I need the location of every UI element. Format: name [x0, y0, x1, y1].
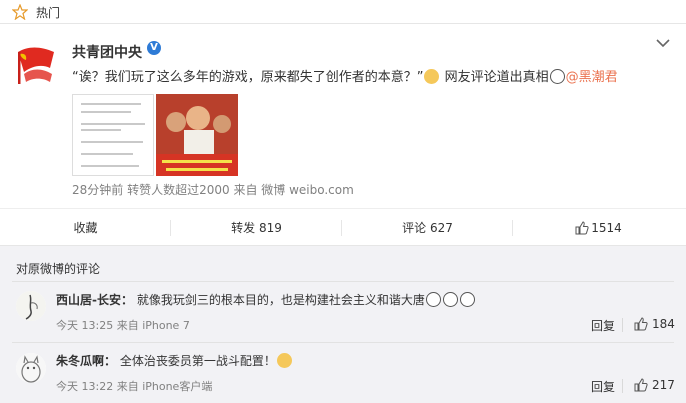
laugh-cry-emoji-icon — [425, 292, 441, 307]
comment-like-count: 217 — [652, 378, 675, 392]
star-icon[interactable] — [12, 4, 28, 20]
chevron-down-icon[interactable] — [656, 38, 670, 48]
post-action-bar: 收藏 转发 819 评论 627 1514 — [0, 208, 686, 246]
laugh-emoji-icon — [276, 353, 292, 368]
weibo-post-card: 共青团中央 V “诶？我们玩了这么多年的游戏，原来都失了创作者的本意？” 网友评… — [0, 24, 686, 246]
comment-body: 朱冬瓜啊： 全体治丧委员第一战斗配置！ — [56, 352, 293, 369]
comment-label: 评论 627 — [402, 221, 453, 235]
laugh-cry-emoji-icon — [459, 292, 475, 307]
comment-body: 西山居-长安： 就像我玩剑三的根本目的，也是构建社会主义和谐大唐 — [56, 291, 476, 308]
post-meta: 28分钟前 转赞人数超过2000 来自 微博 weibo.com — [72, 183, 354, 197]
section-title: 热门 — [36, 6, 61, 20]
comment-like-button[interactable]: 184 — [634, 317, 675, 331]
verified-icon: V — [147, 41, 161, 55]
laugh-cry-emoji-icon — [549, 69, 565, 84]
reply-button[interactable]: 回复 — [591, 317, 615, 334]
comment-meta: 今天 13:22 来自 iPhone客户端 — [56, 380, 213, 393]
mention-link[interactable]: @黑潮君 — [566, 70, 618, 85]
author-avatar[interactable] — [14, 42, 60, 88]
comments-title: 对原微博的评论 — [16, 262, 101, 276]
comment-text: 全体治丧委员第一战斗配置！ — [119, 354, 276, 368]
commenter-avatar[interactable] — [16, 291, 46, 321]
thumbs-up-icon — [634, 378, 648, 392]
laugh-cry-emoji-icon — [442, 292, 458, 307]
totoro-avatar-icon — [16, 353, 46, 383]
comment-item: 西山居-长安： 就像我玩剑三的根本目的，也是构建社会主义和谐大唐 今天 13:2… — [0, 281, 686, 339]
commenter-name[interactable]: 朱冬瓜啊： — [56, 354, 116, 368]
repost-label: 转发 819 — [231, 221, 282, 235]
commenter-avatar[interactable] — [16, 353, 46, 383]
comment-text: 就像我玩剑三的根本目的，也是构建社会主义和谐大唐 — [136, 293, 425, 307]
thumbs-up-icon — [634, 317, 648, 331]
thumbs-up-icon — [575, 221, 589, 235]
comment-item: 朱冬瓜啊： 全体治丧委员第一战斗配置！ 今天 13:22 来自 iPhone客户… — [0, 342, 686, 400]
repost-button[interactable]: 转发 819 — [171, 209, 342, 247]
doge-emoji-icon — [424, 69, 440, 84]
ink-painting-avatar-icon — [16, 291, 46, 321]
reply-button[interactable]: 回复 — [591, 378, 615, 395]
comments-section: 对原微博的评论 西山居-长安： 就像我玩剑三的根本目的，也是构建社会主义和谐大唐… — [0, 256, 686, 403]
comment-like-count: 184 — [652, 317, 675, 331]
post-text-main: “诶？我们玩了这么多年的游戏，原来都失了创作者的本意？” — [72, 70, 424, 85]
like-count: 1514 — [591, 221, 622, 235]
post-text: “诶？我们玩了这么多年的游戏，原来都失了创作者的本意？” 网友评论道出真相 @黑潮… — [72, 66, 618, 85]
like-button[interactable]: 1514 — [513, 209, 684, 247]
post-image-poster[interactable] — [156, 94, 238, 176]
favorite-label: 收藏 — [73, 221, 98, 235]
comment-button[interactable]: 评论 627 — [342, 209, 513, 247]
comment-like-button[interactable]: 217 — [634, 378, 675, 392]
favorite-button[interactable]: 收藏 — [0, 209, 171, 247]
post-image-screenshot[interactable] — [72, 94, 154, 176]
post-text-tail: 网友评论道出真相 — [444, 70, 549, 85]
section-header: 热门 — [0, 0, 686, 24]
author-name[interactable]: 共青团中央 — [72, 42, 142, 62]
comment-meta: 今天 13:25 来自 iPhone 7 — [56, 319, 190, 332]
flag-logo-icon — [18, 47, 54, 84]
commenter-name[interactable]: 西山居-长安： — [56, 293, 133, 307]
